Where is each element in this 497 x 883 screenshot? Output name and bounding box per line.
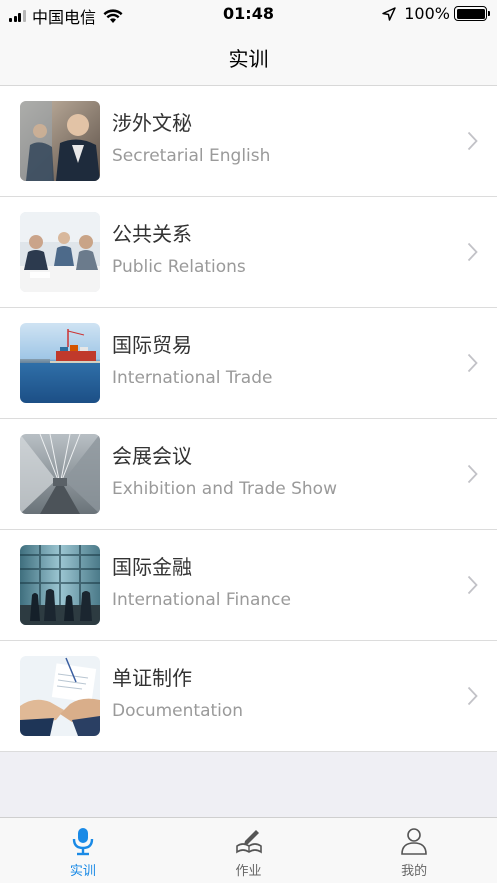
course-text: 国际贸易 International Trade [112,332,272,389]
tab-label: 我的 [401,864,428,879]
tab-bar: 实训 作业 我的 [0,817,497,883]
course-row-documentation[interactable]: 单证制作 Documentation [0,641,497,752]
documentation-thumbnail [20,656,100,736]
course-row-secretarial-english[interactable]: 涉外文秘 Secretarial English [0,86,497,197]
course-title: 公共关系 [112,222,192,246]
course-subtitle: Exhibition and Trade Show [112,479,337,499]
tab-homework[interactable]: 作业 [166,818,332,883]
chevron-right-icon [467,575,478,595]
course-text: 公共关系 Public Relations [112,221,246,278]
battery-icon [454,6,490,21]
international-trade-thumbnail [20,323,100,403]
tab-profile[interactable]: 我的 [331,818,497,883]
course-row-international-trade[interactable]: 国际贸易 International Trade [0,308,497,419]
status-right: 100% [382,4,490,23]
course-title: 单证制作 [112,666,192,690]
secretarial-english-thumbnail [20,101,100,181]
course-text: 涉外文秘 Secretarial English [112,110,270,167]
chevron-right-icon [467,242,478,262]
tab-label: 作业 [235,864,262,879]
course-text: 会展会议 Exhibition and Trade Show [112,443,337,500]
course-subtitle: Documentation [112,701,244,721]
chevron-right-icon [467,464,478,484]
notebook-pen-icon [235,830,262,854]
exhibition-trade-show-thumbnail [20,434,100,514]
chevron-right-icon [467,686,478,706]
course-row-public-relations[interactable]: 公共关系 Public Relations [0,197,497,308]
course-list: 涉外文秘 Secretarial English 公共关系 Public Rel… [0,86,497,752]
course-title: 会展会议 [112,444,192,468]
course-title: 国际金融 [112,555,192,579]
chevron-right-icon [467,353,478,373]
chevron-right-icon [467,131,478,151]
course-subtitle: International Finance [112,590,291,610]
tab-label: 实训 [69,864,96,879]
page-title: 实训 [228,47,269,71]
course-subtitle: Public Relations [112,257,246,277]
course-subtitle: International Trade [112,368,273,388]
international-finance-thumbnail [20,545,100,625]
public-relations-thumbnail [20,212,100,292]
course-subtitle: Secretarial English [112,146,271,166]
navigation-bar: 实训 [0,30,497,86]
course-text: 单证制作 Documentation [112,665,243,722]
course-text: 国际金融 International Finance [112,554,291,611]
course-row-international-finance[interactable]: 国际金融 International Finance [0,530,497,641]
tab-training[interactable]: 实训 [0,818,166,883]
battery-percentage: 100% [404,4,450,23]
person-icon [401,828,427,855]
course-title: 国际贸易 [112,333,192,357]
status-bar: 中国电信 01:48 100% [0,0,497,30]
course-title: 涉外文秘 [112,111,192,135]
course-row-exhibition-trade-show[interactable]: 会展会议 Exhibition and Trade Show [0,419,497,530]
microphone-icon [72,828,94,856]
location-arrow-icon [382,6,396,21]
